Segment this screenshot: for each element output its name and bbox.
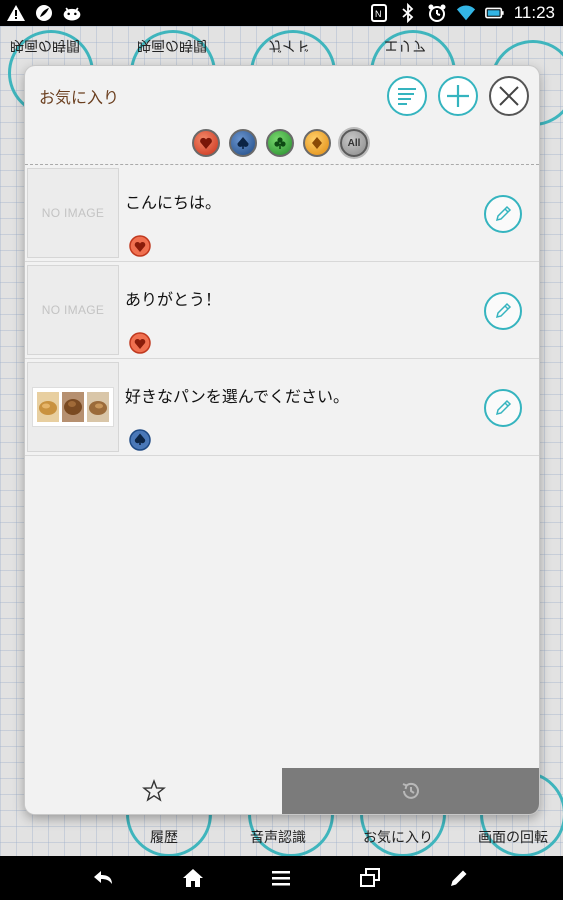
leaf-icon: [36, 5, 52, 21]
list-item[interactable]: NO IMAGE こんにちは。: [25, 165, 539, 262]
battery-icon: [484, 7, 504, 19]
bread-photo: [87, 392, 109, 422]
no-image-label: NO IMAGE: [41, 303, 105, 317]
filter-heart[interactable]: [192, 129, 220, 157]
list-item[interactable]: NO IMAGE ありがとう！: [25, 262, 539, 359]
favorites-list: NO IMAGE こんにちは。 NO IMAGE ありがとう！ 好きなパンを選ん…: [25, 165, 539, 456]
heart-icon: [129, 235, 151, 257]
filter-all[interactable]: All: [340, 129, 368, 157]
close-icon: [499, 86, 519, 106]
tab-favorites[interactable]: [25, 768, 282, 814]
bg-top-label: エリア: [384, 37, 426, 53]
home-icon: [182, 869, 203, 887]
favorites-dialog: お気に入り All NO IMAGE こんにちは。 NO IMAGE ありがとう…: [25, 66, 539, 814]
spade-icon: [129, 429, 151, 451]
star-icon: [141, 779, 166, 802]
item-thumbnail: NO IMAGE: [27, 168, 119, 258]
menu-button[interactable]: [267, 864, 295, 892]
diamond-icon: [312, 137, 322, 149]
sort-icon: [398, 88, 416, 105]
suit-filter-bar: All: [192, 128, 368, 158]
bluetooth-icon: [402, 3, 414, 23]
club-icon: [274, 137, 286, 149]
item-thumbnail: NO IMAGE: [27, 265, 119, 355]
pencil-icon: [495, 302, 512, 319]
filter-club[interactable]: [266, 129, 294, 157]
bread-photos-image: [32, 387, 114, 427]
recent-apps-icon: [360, 868, 381, 887]
pen-button[interactable]: [445, 864, 473, 892]
no-image-label: NO IMAGE: [41, 206, 105, 220]
menu-icon: [272, 871, 291, 886]
edit-button[interactable]: [484, 195, 522, 233]
tab-history[interactable]: [282, 768, 539, 814]
edit-button[interactable]: [484, 292, 522, 330]
warning-icon: [7, 5, 25, 21]
filter-diamond[interactable]: [303, 129, 331, 157]
status-time: 11:23: [513, 3, 555, 22]
pencil-icon: [495, 399, 512, 416]
pencil-icon: [495, 205, 512, 222]
alarm-icon: [428, 4, 446, 22]
wifi-icon: [456, 5, 475, 21]
back-icon: [94, 871, 113, 884]
add-icon: [447, 85, 469, 107]
bg-top-label: 映画の時間: [137, 37, 207, 53]
heart-icon: [129, 332, 151, 354]
back-button[interactable]: [90, 864, 118, 892]
sort-button[interactable]: [387, 76, 427, 116]
nfc-icon: N: [370, 4, 387, 22]
navigation-bar: [0, 856, 563, 900]
history-icon: [402, 782, 419, 799]
bread-photo: [37, 392, 59, 422]
add-button[interactable]: [438, 76, 478, 116]
bg-bottom-label: 画面の回転: [478, 830, 548, 846]
bg-bottom-label: お気に入り: [363, 830, 433, 846]
svg-text:N: N: [375, 9, 382, 19]
item-text: こんにちは。: [125, 193, 222, 212]
dialog-title: お気に入り: [39, 88, 120, 107]
heart-icon: [200, 137, 212, 149]
list-item[interactable]: 好きなパンを選んでください。: [25, 359, 539, 456]
spade-icon: [237, 137, 249, 149]
bg-top-label: ガイド: [268, 37, 310, 53]
android-icon: [63, 7, 81, 21]
bg-bottom-label: 履歴: [150, 830, 178, 846]
status-bar: N 11:23: [0, 0, 563, 26]
recent-apps-button[interactable]: [356, 864, 384, 892]
pen-icon: [450, 870, 467, 886]
home-button[interactable]: [179, 864, 207, 892]
bg-bottom-label: 音声認識: [250, 830, 306, 846]
item-thumbnail: [27, 362, 119, 452]
close-button[interactable]: [489, 76, 529, 116]
filter-spade[interactable]: [229, 129, 257, 157]
bg-top-label: 映画の時間: [10, 37, 80, 53]
bread-photo: [62, 392, 84, 422]
edit-button[interactable]: [484, 389, 522, 427]
item-text: 好きなパンを選んでください。: [125, 387, 350, 406]
filter-all-label: All: [347, 137, 361, 149]
item-text: ありがとう！: [125, 290, 222, 309]
